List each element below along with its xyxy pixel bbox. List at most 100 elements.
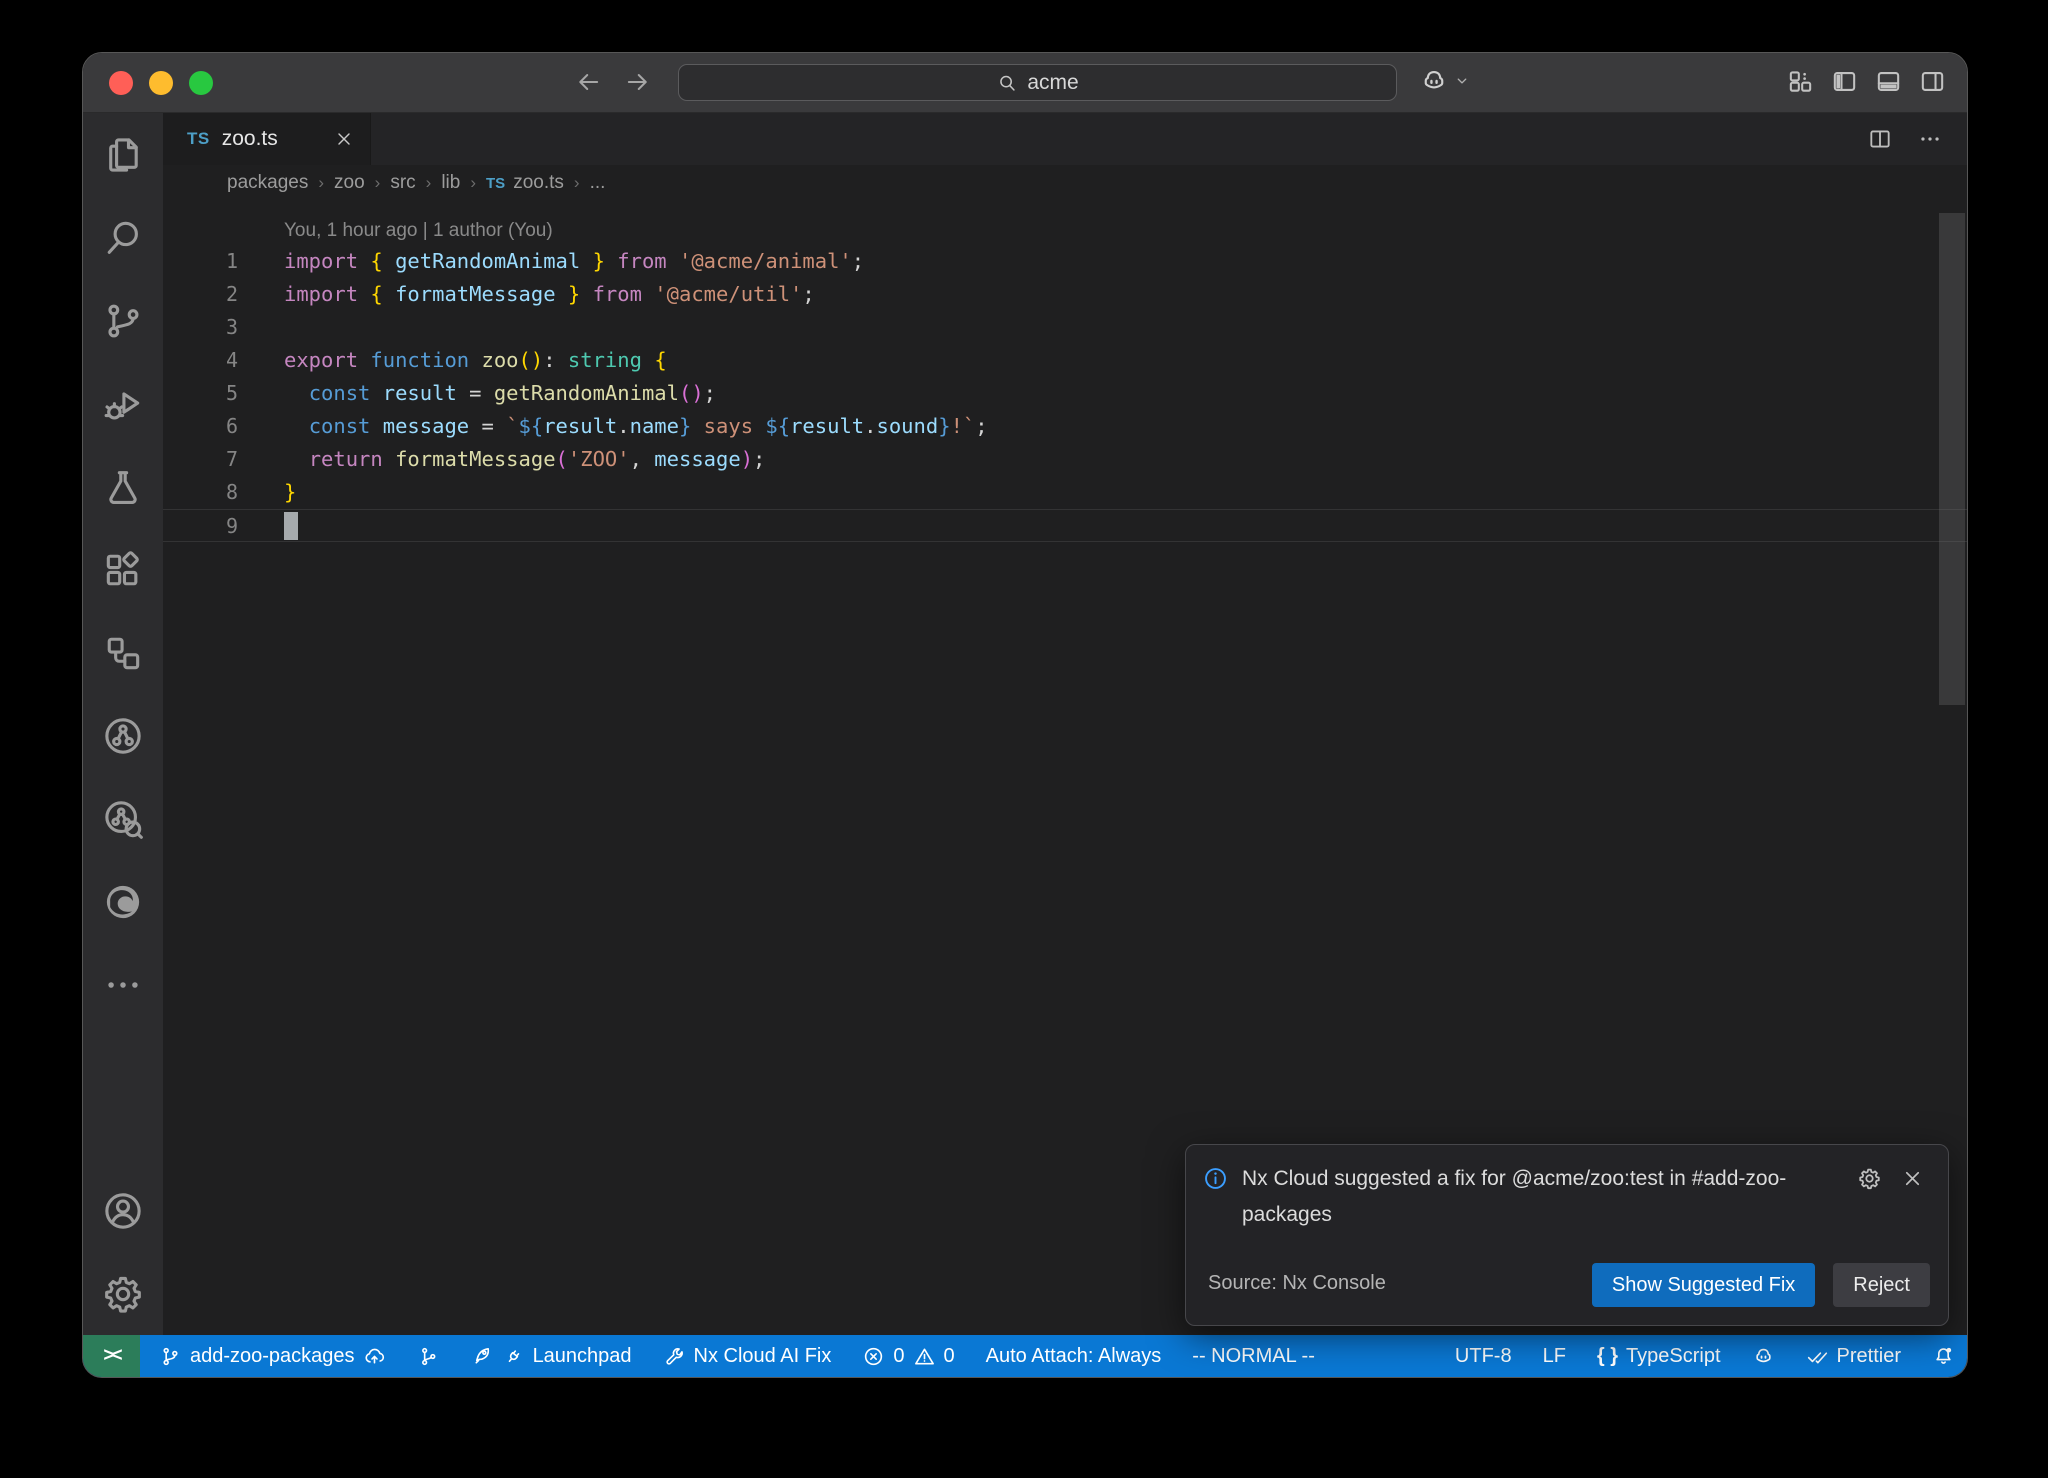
editor-scrollbar[interactable] xyxy=(1939,213,1965,705)
code-token: return xyxy=(309,447,395,471)
nav-back-button[interactable] xyxy=(575,68,603,96)
code-token: '@acme/util' xyxy=(654,282,802,306)
code-token: !` xyxy=(951,414,976,438)
screen-background: acme TS zoo.ts packages›zoo›src xyxy=(0,0,2048,1478)
status-item-git-branch[interactable]: add-zoo-packages xyxy=(147,1335,398,1377)
code-token: } xyxy=(568,282,580,306)
nav-forward-button[interactable] xyxy=(623,68,651,96)
activity-bar-item-nx-console[interactable] xyxy=(83,694,163,777)
status-item-remote-indicator[interactable]: >< xyxy=(83,1335,140,1377)
notification-buttons: Show Suggested Fix Reject xyxy=(1592,1263,1930,1307)
code-token: ; xyxy=(753,447,765,471)
tab-bar: TS zoo.ts xyxy=(163,113,1967,165)
activity-bar-item-testing[interactable] xyxy=(83,445,163,528)
code-token: from xyxy=(605,249,679,273)
line-number: 3 xyxy=(163,311,238,344)
tab-zoo-ts[interactable]: TS zoo.ts xyxy=(163,113,371,165)
breadcrumb-item-[interactable]: ... xyxy=(590,172,606,194)
breadcrumb-separator-icon: › xyxy=(574,173,580,193)
status-item-formatter-prettier[interactable]: Prettier xyxy=(1794,1335,1913,1377)
breadcrumb: packages›zoo›src›lib›TSzoo.ts›... xyxy=(163,165,1967,201)
show-suggested-fix-button[interactable]: Show Suggested Fix xyxy=(1592,1263,1815,1307)
status-item-text: add-zoo-packages xyxy=(190,1345,355,1368)
status-item-end-of-line[interactable]: LF xyxy=(1531,1335,1578,1377)
status-item-text: 0 xyxy=(944,1345,955,1368)
more-actions-button[interactable] xyxy=(1917,126,1943,152)
status-item-scm-graph[interactable] xyxy=(405,1335,452,1377)
split-editor-button[interactable] xyxy=(1867,126,1893,152)
code-token: from xyxy=(580,282,654,306)
chevron-down-icon xyxy=(1453,72,1471,90)
nx-project-graph-icon xyxy=(101,797,145,841)
reject-button[interactable]: Reject xyxy=(1833,1263,1930,1307)
cloud-upload-icon xyxy=(363,1345,386,1368)
code-token: getRandomAnimal xyxy=(494,381,679,405)
activity-bar-item-accounts[interactable] xyxy=(83,1169,163,1252)
copilot-menu-button[interactable] xyxy=(1419,66,1471,96)
activity-bar-item-run-and-debug[interactable] xyxy=(83,362,163,445)
activity-bar-item-search[interactable] xyxy=(83,196,163,279)
code-token: . xyxy=(617,414,629,438)
error-icon xyxy=(862,1345,885,1368)
status-item-encoding[interactable]: UTF-8 xyxy=(1443,1335,1524,1377)
notification-close-icon[interactable] xyxy=(1901,1167,1924,1190)
command-center-search[interactable]: acme xyxy=(678,64,1397,101)
testing-icon xyxy=(101,465,145,509)
manage-settings-icon xyxy=(101,1272,145,1316)
toggle-secondary-sidebar-icon[interactable] xyxy=(1918,67,1947,96)
status-item-language-mode[interactable]: { }TypeScript xyxy=(1585,1335,1733,1377)
activity-bar-item-edge-devtools[interactable] xyxy=(83,860,163,943)
breadcrumb-item-zoots[interactable]: zoo.ts xyxy=(513,172,564,194)
line-number: 4 xyxy=(163,344,238,377)
status-item-notifications-bell[interactable] xyxy=(1920,1335,1967,1377)
code-line-3: 3 xyxy=(163,311,1967,344)
status-item-text: Nx Cloud AI Fix xyxy=(694,1345,832,1368)
minimize-window-button[interactable] xyxy=(149,71,173,95)
customize-layout-icon[interactable] xyxy=(1786,67,1815,96)
activity-bar-item-references[interactable] xyxy=(83,611,163,694)
status-item-copilot-status[interactable] xyxy=(1740,1335,1787,1377)
breadcrumb-item-zoo[interactable]: zoo xyxy=(334,172,365,194)
accounts-icon xyxy=(101,1189,145,1233)
activity-bar-item-additional-views[interactable] xyxy=(83,943,163,1026)
toggle-panel-icon[interactable] xyxy=(1874,67,1903,96)
status-item-nx-cloud-ai-fix[interactable]: Nx Cloud AI Fix xyxy=(651,1335,844,1377)
breadcrumb-item-packages[interactable]: packages xyxy=(227,172,308,194)
code-line-7: 7 return formatMessage('ZOO', message); xyxy=(163,443,1967,476)
activity-bar-item-manage-settings[interactable] xyxy=(83,1252,163,1335)
code-text: export function zoo(): string { xyxy=(238,344,667,377)
code-token: ; xyxy=(704,381,716,405)
code-line-9: 9 xyxy=(163,509,1967,542)
code-token: : xyxy=(543,348,568,372)
close-tab-icon[interactable] xyxy=(334,129,354,149)
zoom-window-button[interactable] xyxy=(189,71,213,95)
code-token: ${ xyxy=(519,414,544,438)
code-text: import { getRandomAnimal } from '@acme/a… xyxy=(238,245,864,278)
code-token: formatMessage xyxy=(383,282,568,306)
bell-dot-icon xyxy=(1932,1345,1955,1368)
close-window-button[interactable] xyxy=(109,71,133,95)
code-text: return formatMessage('ZOO', message); xyxy=(238,443,765,476)
breadcrumb-item-lib[interactable]: lib xyxy=(441,172,460,194)
activity-bar-item-nx-project-graph[interactable] xyxy=(83,777,163,860)
status-item-text: 0 xyxy=(893,1345,904,1368)
toggle-primary-sidebar-icon[interactable] xyxy=(1830,67,1859,96)
activity-bar-item-explorer[interactable] xyxy=(83,113,163,196)
status-item-auto-attach[interactable]: Auto Attach: Always xyxy=(974,1335,1174,1377)
code-line-5: 5 const result = getRandomAnimal(); xyxy=(163,377,1967,410)
line-number: 8 xyxy=(163,476,238,509)
status-item-problems[interactable]: 00 xyxy=(850,1335,966,1377)
status-item-vim-mode[interactable]: -- NORMAL -- xyxy=(1180,1335,1327,1377)
typescript-file-icon: TS xyxy=(187,129,210,149)
tab-label: zoo.ts xyxy=(222,127,322,151)
code-token: export xyxy=(284,348,370,372)
activity-bar-item-source-control[interactable] xyxy=(83,279,163,362)
code-token xyxy=(284,447,309,471)
breadcrumb-item-src[interactable]: src xyxy=(390,172,415,194)
status-item-text: TypeScript xyxy=(1626,1345,1720,1368)
typescript-file-icon: TS xyxy=(486,175,505,192)
notification-settings-gear-icon[interactable] xyxy=(1857,1166,1882,1191)
code-token: ( xyxy=(556,447,568,471)
status-item-launchpad[interactable]: Launchpad xyxy=(459,1335,644,1377)
activity-bar-item-extensions[interactable] xyxy=(83,528,163,611)
